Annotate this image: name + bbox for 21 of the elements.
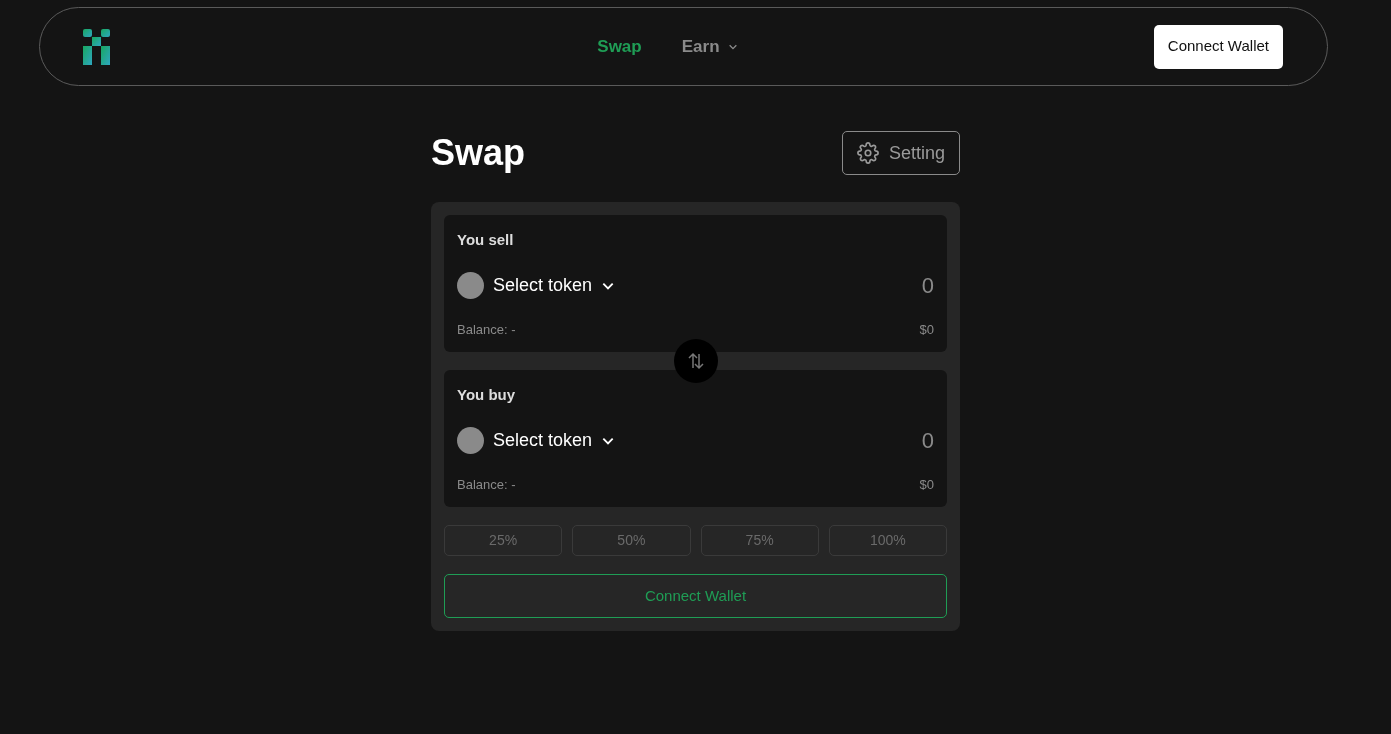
amount-field[interactable]: 0 [921,269,934,302]
nav-tab[interactable]: Swap [597,33,642,60]
balance-label: Balance: - [457,320,516,339]
page-title: Swap [431,131,526,175]
settings-icon [856,142,879,164]
nav-tab[interactable]: Earn [681,33,738,60]
swap-arrows-icon [686,351,705,371]
logo-icon [83,28,111,65]
balance-label: Balance: - [457,475,516,494]
usd-value: $0 [919,475,934,494]
settings-button[interactable]: Setting [841,131,960,175]
panel-label: You sell [457,230,515,250]
connect-wallet-button[interactable]: Connect Wallet [1153,24,1283,69]
token-select[interactable]: Select token [457,272,616,299]
amount-field[interactable]: 0 [921,424,934,457]
connect-wallet-button[interactable]: Connect Wallet [444,574,947,618]
token-icon [457,272,484,299]
token-select[interactable]: Select token [457,427,616,454]
token-icon [457,427,484,454]
usd-value: $0 [919,320,934,339]
panel-label: You buy [457,385,517,405]
